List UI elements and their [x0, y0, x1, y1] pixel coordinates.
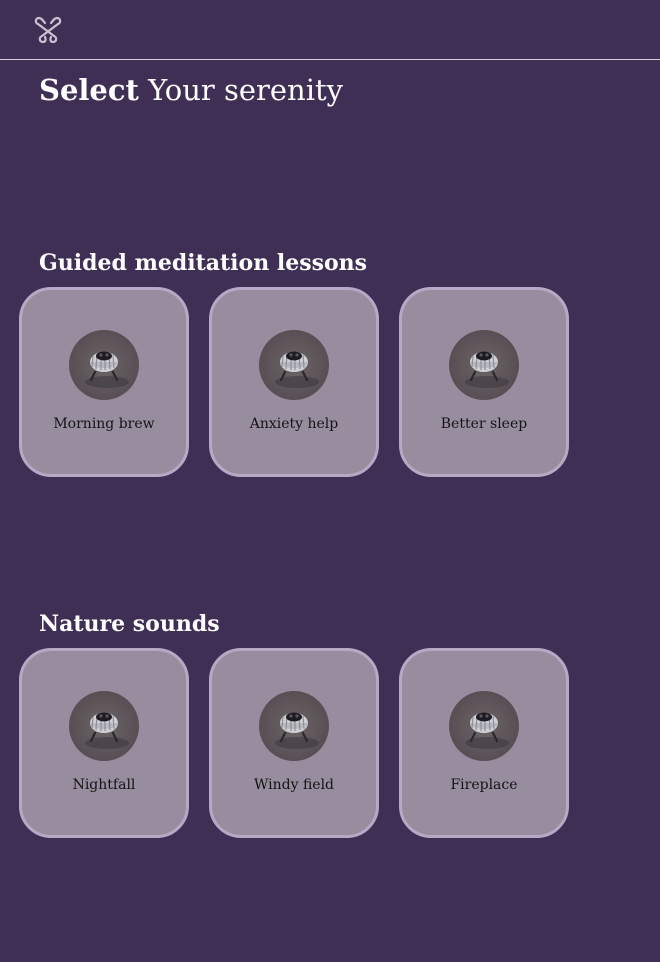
card-label: Windy field: [253, 777, 335, 793]
card-label: Nightfall: [72, 777, 136, 793]
card-label: Morning brew: [53, 416, 155, 432]
page-title-bold: Select: [39, 73, 139, 107]
knot-logo-icon[interactable]: [32, 14, 64, 46]
yarn-spool-image: [259, 691, 329, 761]
card-windy-field[interactable]: Windy field: [209, 648, 379, 838]
section-title-nature-sounds: Nature sounds: [39, 611, 220, 637]
yarn-spool-image: [449, 330, 519, 400]
card-label: Better sleep: [440, 416, 528, 432]
card-better-sleep[interactable]: Better sleep: [399, 287, 569, 477]
section-title-guided-meditation: Guided meditation lessons: [39, 250, 368, 276]
card-label: Anxiety help: [249, 416, 339, 432]
yarn-spool-image: [69, 691, 139, 761]
page-title: Select Your serenity: [39, 70, 343, 110]
yarn-spool-image: [259, 330, 329, 400]
guided-meditation-card-row: Morning brew Anxiety help Better sleep: [19, 287, 579, 477]
nature-sounds-card-row: Nightfall Windy field Fireplace: [19, 648, 579, 838]
card-nightfall[interactable]: Nightfall: [19, 648, 189, 838]
card-anxiety-help[interactable]: Anxiety help: [209, 287, 379, 477]
yarn-spool-image: [69, 330, 139, 400]
card-morning-brew[interactable]: Morning brew: [19, 287, 189, 477]
top-bar: [0, 0, 660, 60]
card-fireplace[interactable]: Fireplace: [399, 648, 569, 838]
card-label: Fireplace: [450, 777, 518, 793]
yarn-spool-image: [449, 691, 519, 761]
page-title-rest: Your serenity: [138, 73, 344, 107]
